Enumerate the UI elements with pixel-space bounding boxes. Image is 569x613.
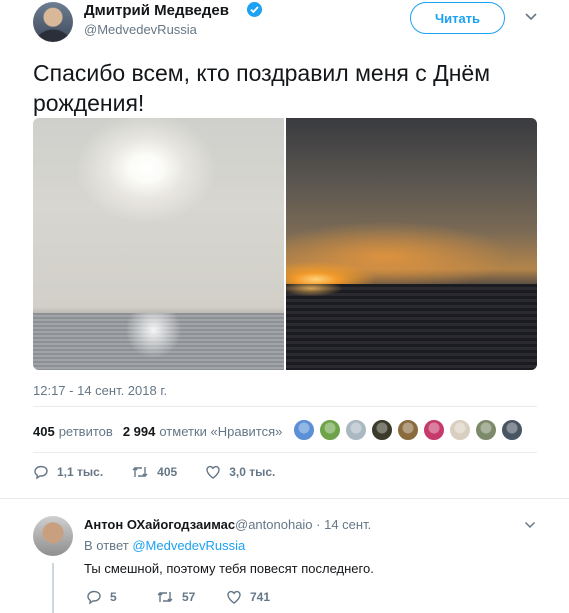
in-reply-to-prefix: В ответ xyxy=(84,538,129,553)
chevron-down-icon[interactable] xyxy=(524,12,538,22)
liker-avatar[interactable] xyxy=(397,419,419,441)
author-handle[interactable]: @MedvedevRussia xyxy=(84,22,197,37)
reply-author-name[interactable]: Антон ОХайогодзаимас xyxy=(84,517,235,532)
reply-retweet-action[interactable]: 57 xyxy=(156,589,226,605)
photo-sunset-over-sea[interactable] xyxy=(286,118,537,370)
reply-like-action[interactable]: 741 xyxy=(226,589,296,605)
in-reply-to-link[interactable]: @MedvedevRussia xyxy=(132,538,245,553)
author-avatar[interactable] xyxy=(33,2,73,42)
verified-badge-icon xyxy=(247,2,262,17)
likes-count: 2 994 xyxy=(122,423,156,439)
like-count: 3,0 тыс. xyxy=(229,465,276,479)
tweet-actions: 1,1 тыс. 405 3,0 тыс. xyxy=(33,462,303,482)
likes-label: отметки «Нравится» xyxy=(159,423,283,439)
reply-actions: 5 57 741 xyxy=(86,589,296,605)
reply-reply-count: 5 xyxy=(110,590,117,604)
liker-avatar[interactable] xyxy=(293,419,315,441)
tweet-timestamp[interactable]: 12:17 - 14 сент. 2018 г. xyxy=(33,383,167,398)
thread-line xyxy=(52,563,54,613)
divider xyxy=(33,452,537,453)
retweet-count: 405 xyxy=(157,465,178,479)
in-reply-to: В ответ @MedvedevRussia xyxy=(84,538,245,553)
divider xyxy=(0,498,569,499)
chevron-down-icon[interactable] xyxy=(524,521,536,529)
reply-icon xyxy=(34,465,48,480)
reply-tweet[interactable]: Антон ОХайогодзаимас @antonohaio · 14 се… xyxy=(0,505,569,613)
media-grid xyxy=(33,118,537,370)
follow-button[interactable]: Читать xyxy=(410,2,505,34)
heart-icon xyxy=(227,590,241,604)
reply-like-count: 741 xyxy=(250,590,271,604)
likes-stat[interactable]: 2 994 отметки «Нравится» xyxy=(123,424,283,439)
retweets-stat[interactable]: 405 ретвитов xyxy=(33,424,113,439)
reply-action[interactable]: 1,1 тыс. xyxy=(33,464,103,480)
heart-icon xyxy=(206,465,220,479)
liker-avatar[interactable] xyxy=(319,419,341,441)
reply-reply-action[interactable]: 5 xyxy=(86,589,156,605)
photo-1-sea xyxy=(33,313,284,370)
photo-2-sea xyxy=(286,284,537,370)
divider xyxy=(33,406,537,407)
tweet-stats: 405 ретвитов 2 994 отметки «Нравится» xyxy=(33,421,292,441)
liker-avatar[interactable] xyxy=(501,419,523,441)
liker-avatar[interactable] xyxy=(423,419,445,441)
reply-text: Ты смешной, поэтому тебя повесят последн… xyxy=(84,561,374,576)
liker-avatar[interactable] xyxy=(449,419,471,441)
liker-avatar[interactable] xyxy=(345,419,367,441)
liker-avatar[interactable] xyxy=(371,419,393,441)
retweet-action[interactable]: 405 xyxy=(131,464,177,480)
author-name[interactable]: Дмитрий Медведев xyxy=(84,2,229,19)
reply-icon xyxy=(87,590,101,605)
retweet-icon xyxy=(132,467,148,477)
retweet-icon xyxy=(157,592,173,602)
like-action[interactable]: 3,0 тыс. xyxy=(205,464,275,480)
reply-author-handle[interactable]: @antonohaio · 14 сент. xyxy=(235,517,371,532)
retweets-label: ретвитов xyxy=(58,423,113,439)
reply-author-avatar[interactable] xyxy=(33,516,73,556)
reply-count: 1,1 тыс. xyxy=(57,465,104,479)
photo-sun-over-sea[interactable] xyxy=(33,118,284,370)
liker-avatar[interactable] xyxy=(475,419,497,441)
reply-retweet-count: 57 xyxy=(182,590,196,604)
tweet-text: Спасибо всем, кто поздравил меня с Днём … xyxy=(33,60,491,116)
retweets-count: 405 xyxy=(33,423,55,439)
